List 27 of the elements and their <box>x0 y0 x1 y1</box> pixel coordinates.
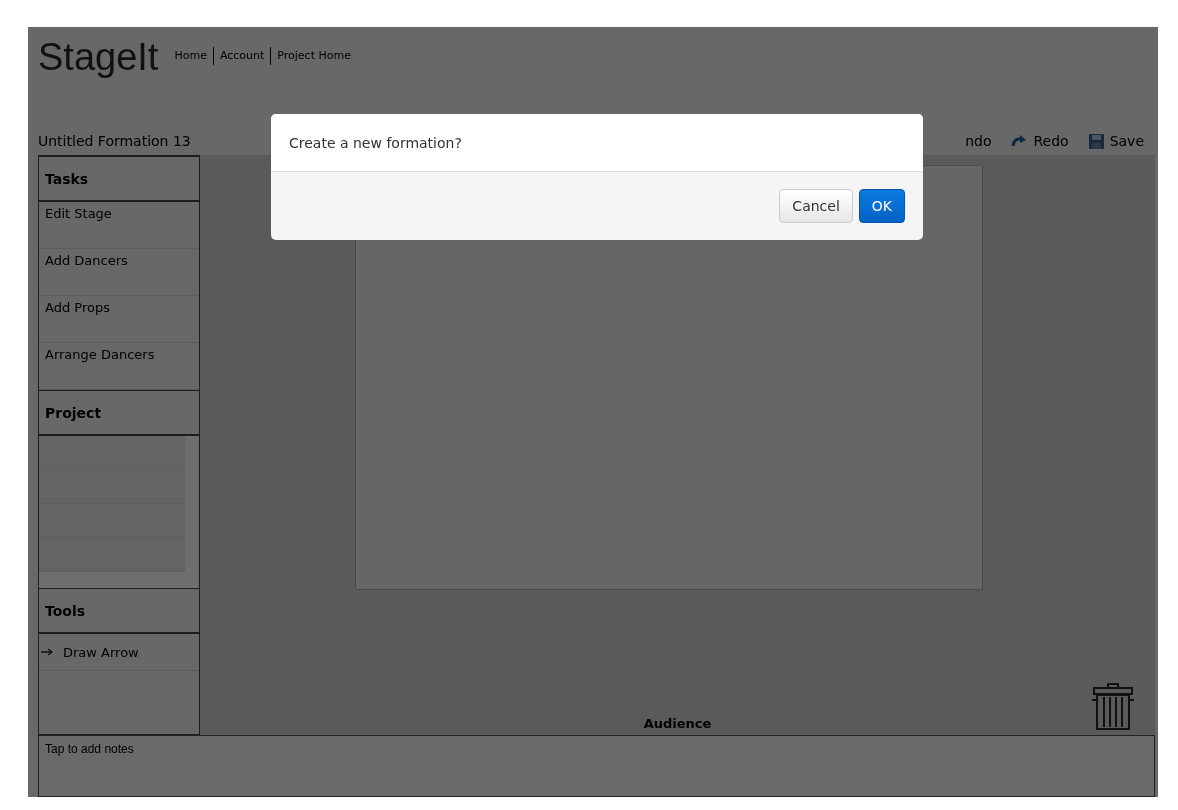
redo-button[interactable]: Redo <box>1011 133 1069 149</box>
project-list[interactable] <box>39 436 199 588</box>
tool-item[interactable]: Draw Arrow <box>39 634 199 671</box>
nav-link[interactable]: Project Home <box>270 47 357 65</box>
task-item[interactable]: Add Dancers <box>39 249 199 296</box>
nav-link[interactable]: Home <box>168 47 213 65</box>
trash-icon[interactable] <box>1091 683 1135 731</box>
audience-label: Audience <box>643 716 712 731</box>
formation-title: Untitled Formation 13 <box>38 133 191 149</box>
vertical-scrollbar[interactable] <box>185 436 199 572</box>
dialog-message: Create a new formation? <box>271 114 923 172</box>
task-item[interactable]: Arrange Dancers <box>39 343 199 390</box>
ok-button[interactable]: OK <box>858 189 905 223</box>
horizontal-scrollbar[interactable] <box>39 572 199 588</box>
task-item[interactable]: Add Props <box>39 296 199 343</box>
brand-logo: StageIt <box>38 35 159 79</box>
section-header: Tools <box>39 588 199 634</box>
section-header: Tasks <box>39 156 199 202</box>
nav-link[interactable]: Account <box>212 47 271 65</box>
undo-button[interactable]: ndo <box>965 133 992 149</box>
cancel-button[interactable]: Cancel <box>779 189 853 223</box>
notes-field[interactable]: Tap to add notes <box>38 735 1155 797</box>
tool-label: Draw Arrow <box>63 644 139 660</box>
redo-icon <box>1011 135 1028 147</box>
arrow-icon <box>41 648 53 656</box>
task-item[interactable]: Edit Stage <box>39 202 199 249</box>
save-button[interactable]: Save <box>1088 133 1144 149</box>
